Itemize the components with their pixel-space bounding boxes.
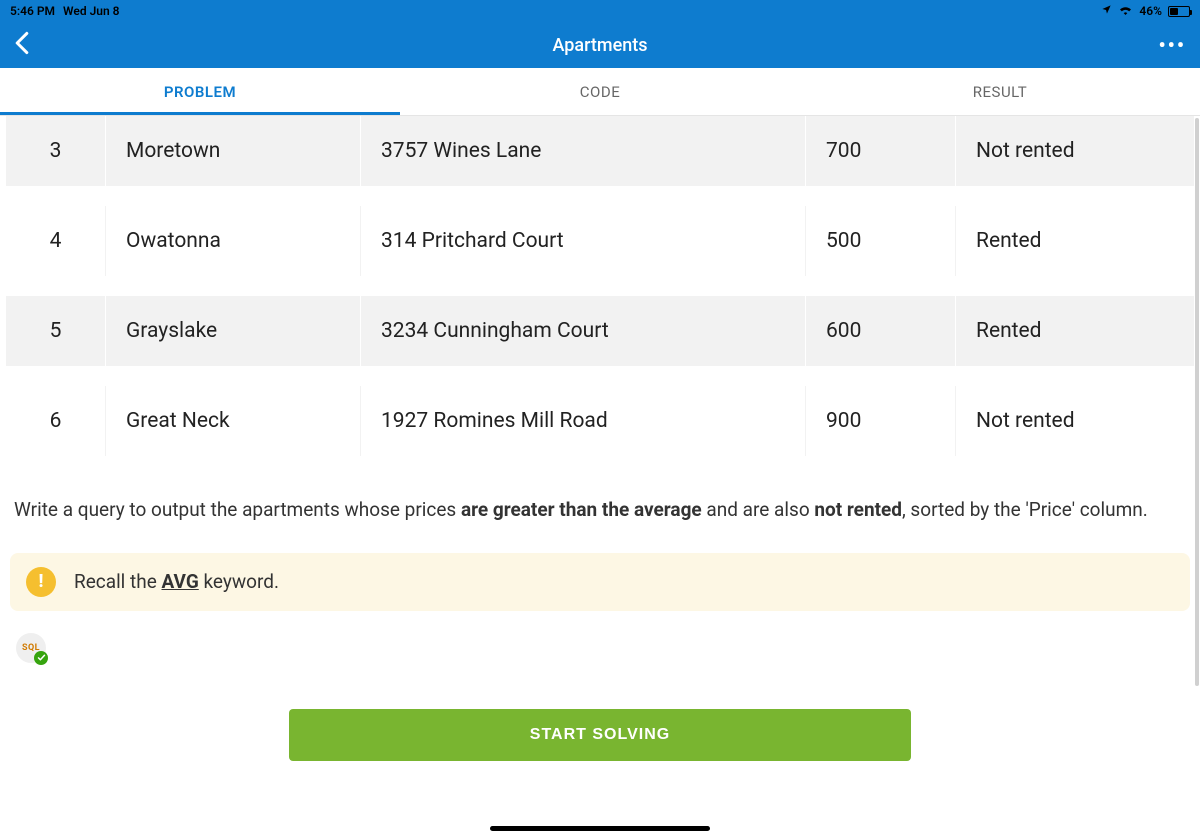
cell-city: Great Neck	[106, 386, 361, 456]
instruction-text: and are also	[702, 498, 815, 521]
hint-post: keyword.	[199, 570, 279, 593]
instruction-bold-1: are greater than the average	[461, 498, 702, 521]
home-indicator[interactable]	[490, 826, 710, 831]
cell-price: 500	[806, 206, 956, 276]
cell-address: 3234 Cunningham Court	[361, 296, 806, 366]
sql-badge: SQL	[16, 633, 46, 663]
problem-instruction: Write a query to output the apartments w…	[6, 476, 1194, 553]
status-date: Wed Jun 8	[63, 4, 119, 18]
scrollbar[interactable]	[1195, 118, 1199, 686]
cell-id: 5	[6, 296, 106, 366]
hint-keyword: AVG	[162, 570, 199, 593]
status-time: 5:46 PM	[10, 4, 55, 18]
cell-city: Moretown	[106, 116, 361, 186]
start-solving-button[interactable]: START SOLVING	[289, 709, 911, 761]
cell-id: 4	[6, 206, 106, 276]
instruction-text: , sorted by the 'Price' column.	[902, 498, 1148, 521]
cell-price: 600	[806, 296, 956, 366]
tab-result[interactable]: RESULT	[800, 68, 1200, 115]
cell-city: Grayslake	[106, 296, 361, 366]
cell-address: 314 Pritchard Court	[361, 206, 806, 276]
cell-address: 3757 Wines Lane	[361, 116, 806, 186]
cell-price: 700	[806, 116, 956, 186]
cell-price: 900	[806, 386, 956, 456]
cell-id: 6	[6, 386, 106, 456]
location-icon	[1101, 4, 1112, 18]
exclamation-icon: !	[26, 567, 56, 597]
badge-row: SQL	[6, 629, 1194, 673]
cell-status: Rented	[956, 296, 1194, 366]
back-button[interactable]	[14, 31, 30, 59]
instruction-text: Write a query to output the apartments w…	[14, 498, 461, 521]
page-title: Apartments	[553, 35, 648, 56]
more-button[interactable]: •••	[1158, 33, 1186, 57]
hint-banner: ! Recall the AVG keyword.	[10, 553, 1190, 611]
cell-address: 1927 Romines Mill Road	[361, 386, 806, 456]
cell-status: Rented	[956, 206, 1194, 276]
table-row: 6Great Neck1927 Romines Mill Road900Not …	[6, 386, 1194, 456]
table-row: 4Owatonna314 Pritchard Court500Rented	[6, 206, 1194, 276]
content-area: 3Moretown3757 Wines Lane700Not rented4Ow…	[0, 116, 1200, 771]
data-table: 3Moretown3757 Wines Lane700Not rented4Ow…	[6, 116, 1194, 456]
instruction-bold-2: not rented	[814, 498, 902, 521]
status-bar: 5:46 PM Wed Jun 8 46%	[0, 0, 1200, 22]
table-row: 3Moretown3757 Wines Lane700Not rented	[6, 116, 1194, 186]
cell-id: 3	[6, 116, 106, 186]
tabs-bar: PROBLEM CODE RESULT	[0, 68, 1200, 116]
battery-icon	[1168, 6, 1190, 17]
tab-code[interactable]: CODE	[400, 68, 800, 115]
check-icon	[34, 651, 48, 665]
cell-city: Owatonna	[106, 206, 361, 276]
hint-text: Recall the AVG keyword.	[74, 570, 279, 593]
nav-bar: Apartments •••	[0, 22, 1200, 68]
table-row: 5Grayslake3234 Cunningham Court600Rented	[6, 296, 1194, 366]
hint-pre: Recall the	[74, 570, 162, 593]
battery-percent: 46%	[1139, 4, 1162, 18]
tab-problem[interactable]: PROBLEM	[0, 68, 400, 115]
cell-status: Not rented	[956, 116, 1194, 186]
cell-status: Not rented	[956, 386, 1194, 456]
wifi-icon	[1118, 4, 1133, 18]
